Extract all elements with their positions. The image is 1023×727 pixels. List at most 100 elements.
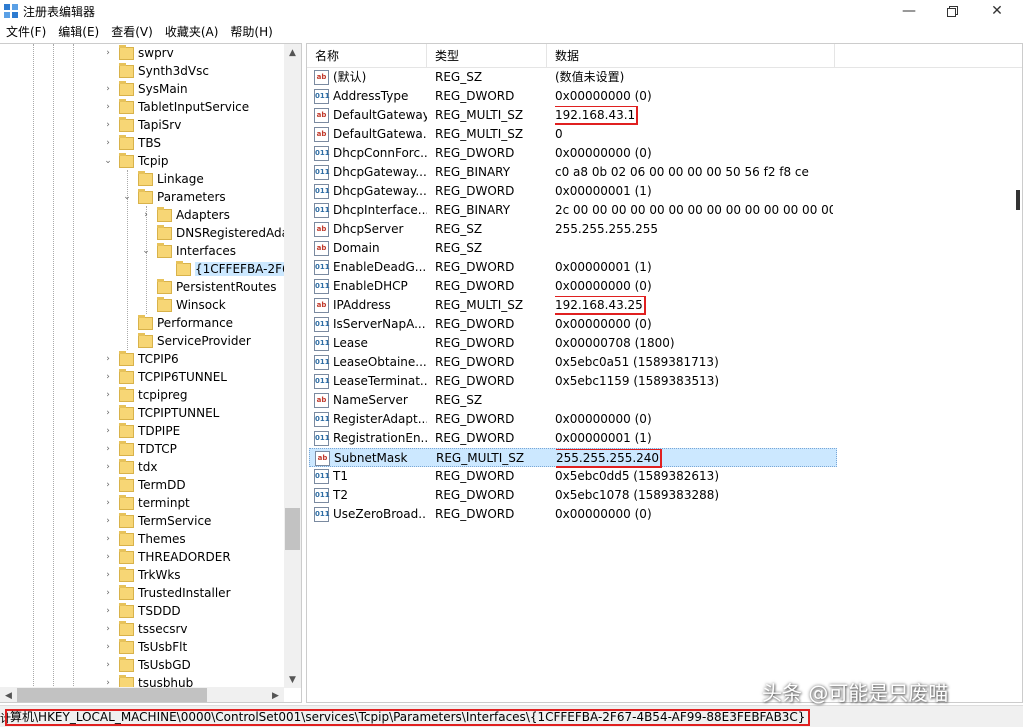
value-row[interactable]: 011 DhcpGateway... REG_DWORD 0x00000001 (1) (309, 182, 837, 201)
column-header-data[interactable]: 数据 (547, 44, 835, 68)
tree-item[interactable]: Performance (122, 314, 233, 332)
tree-item[interactable]: › TCPIP6 (103, 350, 179, 368)
column-header-name[interactable]: 名称 (307, 44, 427, 68)
tree-item[interactable]: › TrustedInstaller (103, 584, 231, 602)
maximize-icon[interactable] (933, 0, 971, 22)
tree-item[interactable]: DNSRegisteredAda (141, 224, 289, 242)
value-row[interactable]: 011 EnableDeadG... REG_DWORD 0x00000001 (1) (309, 258, 837, 277)
tree-item[interactable]: › tssecsrv (103, 620, 187, 638)
value-row[interactable]: 011 T1 REG_DWORD 0x5ebc0dd5 (1589382613) (309, 467, 837, 486)
expand-chevron-icon[interactable]: › (103, 566, 113, 584)
tree-item[interactable]: › TapiSrv (103, 116, 181, 134)
column-header-type[interactable]: 类型 (427, 44, 547, 68)
expand-chevron-icon[interactable]: › (103, 656, 113, 674)
value-row[interactable]: ab NameServer REG_SZ (309, 391, 837, 410)
value-row[interactable]: 011 LeaseObtaine... REG_DWORD 0x5ebc0a51 (1… (309, 353, 837, 372)
tree-item[interactable]: › TBS (103, 134, 161, 152)
scroll-right-icon[interactable]: ▶ (267, 687, 284, 702)
tree-item[interactable]: › TermDD (103, 476, 186, 494)
tree-item[interactable]: › Adapters (141, 206, 230, 224)
expand-chevron-icon[interactable]: › (103, 530, 113, 548)
close-icon[interactable]: ✕ (978, 0, 1016, 22)
collapse-chevron-icon[interactable]: ⌄ (103, 152, 113, 170)
expand-chevron-icon[interactable]: › (103, 512, 113, 530)
expand-chevron-icon[interactable]: › (103, 494, 113, 512)
tree-item[interactable]: Linkage (122, 170, 204, 188)
value-row[interactable]: ab (默认) REG_SZ (数值未设置) (309, 68, 837, 87)
expand-chevron-icon[interactable]: › (103, 404, 113, 422)
tree-item[interactable]: ⌄ Tcpip (103, 152, 168, 170)
tree-item[interactable]: › TsUsbFlt (103, 638, 187, 656)
tree-item[interactable]: › TDPIPE (103, 422, 180, 440)
scroll-thumb[interactable] (17, 688, 207, 702)
value-row[interactable]: 011 T2 REG_DWORD 0x5ebc1078 (1589383288) (309, 486, 837, 505)
key-tree[interactable]: › swprv Synth3dVsc › SysMain › TabletInputServ… (0, 43, 302, 703)
menu-help[interactable]: 帮助(H) (224, 22, 278, 42)
tree-item[interactable]: › TsUsbGD (103, 656, 191, 674)
expand-chevron-icon[interactable]: › (103, 620, 113, 638)
tree-item[interactable]: › tdx (103, 458, 157, 476)
tree-item[interactable]: › TDTCP (103, 440, 177, 458)
expand-chevron-icon[interactable]: › (103, 80, 113, 98)
expand-chevron-icon[interactable]: › (103, 440, 113, 458)
expand-chevron-icon[interactable]: › (103, 98, 113, 116)
expand-chevron-icon[interactable]: › (141, 206, 151, 224)
expand-chevron-icon[interactable]: › (103, 548, 113, 566)
tree-vertical-scrollbar[interactable]: ▲ ▼ (284, 44, 301, 688)
collapse-chevron-icon[interactable]: ⌄ (141, 242, 151, 260)
tree-item[interactable]: ⌄ Parameters (122, 188, 226, 206)
value-row[interactable]: 011 EnableDHCP REG_DWORD 0x00000000 (0) (309, 277, 837, 296)
value-row[interactable]: 011 LeaseTerminat... REG_DWORD 0x5ebc1159 (… (309, 372, 837, 391)
value-row[interactable]: 011 DhcpConnForc... REG_DWORD 0x00000000 (0… (309, 144, 837, 163)
value-row[interactable]: ab Domain REG_SZ (309, 239, 837, 258)
tree-item[interactable]: › THREADORDER (103, 548, 231, 566)
expand-chevron-icon[interactable]: › (103, 476, 113, 494)
expand-chevron-icon[interactable]: › (103, 134, 113, 152)
tree-item[interactable]: › tcpipreg (103, 386, 188, 404)
scroll-thumb[interactable] (285, 508, 300, 550)
expand-chevron-icon[interactable]: › (103, 350, 113, 368)
expand-chevron-icon[interactable]: › (103, 368, 113, 386)
tree-item[interactable]: Winsock (141, 296, 226, 314)
tree-item[interactable]: ⌄ Interfaces (141, 242, 236, 260)
tree-item[interactable]: {1CFFEFBA-2F67 (160, 260, 298, 278)
expand-chevron-icon[interactable]: › (103, 458, 113, 476)
scroll-up-icon[interactable]: ▲ (284, 44, 301, 61)
expand-chevron-icon[interactable]: › (103, 602, 113, 620)
tree-item[interactable]: › terminpt (103, 494, 190, 512)
value-row[interactable]: 011 DhcpInterface... REG_BINARY 2c 00 00 00… (309, 201, 837, 220)
value-row[interactable]: 011 AddressType REG_DWORD 0x00000000 (0) (309, 87, 837, 106)
value-row[interactable]: ab DhcpServer REG_SZ 255.255.255.255 (309, 220, 837, 239)
tree-item[interactable]: › Themes (103, 530, 186, 548)
expand-chevron-icon[interactable]: › (103, 44, 113, 62)
tree-item[interactable]: › TrkWks (103, 566, 181, 584)
menu-view[interactable]: 查看(V) (105, 22, 159, 42)
tree-item[interactable]: › swprv (103, 44, 174, 62)
value-row[interactable]: 011 RegisterAdapt... REG_DWORD 0x00000000 (… (309, 410, 837, 429)
value-row[interactable]: ab DefaultGatewa... REG_MULTI_SZ 0 (309, 125, 837, 144)
value-row[interactable]: 011 IsServerNapA... REG_DWORD 0x00000000 (0… (309, 315, 837, 334)
minimize-icon[interactable]: — (890, 0, 928, 22)
tree-item[interactable]: › TermService (103, 512, 211, 530)
expand-chevron-icon[interactable]: › (103, 386, 113, 404)
value-row[interactable]: 011 DhcpGateway... REG_BINARY c0 a8 0b 02 0… (309, 163, 837, 182)
tree-horizontal-scrollbar[interactable]: ◀ ▶ (0, 687, 284, 702)
scroll-down-icon[interactable]: ▼ (284, 671, 301, 688)
tree-item[interactable]: › TabletInputService (103, 98, 249, 116)
expand-chevron-icon[interactable]: › (103, 638, 113, 656)
expand-chevron-icon[interactable]: › (103, 422, 113, 440)
expand-chevron-icon[interactable]: › (103, 584, 113, 602)
menu-file[interactable]: 文件(F) (0, 22, 52, 42)
value-row[interactable]: ab IPAddress REG_MULTI_SZ 192.168.43.25 (309, 296, 837, 315)
value-row[interactable]: 011 Lease REG_DWORD 0x00000708 (1800) (309, 334, 837, 353)
tree-item[interactable]: › TSDDD (103, 602, 181, 620)
value-row[interactable]: 011 RegistrationEn... REG_DWORD 0x00000001 … (309, 429, 837, 448)
expand-chevron-icon[interactable]: › (103, 116, 113, 134)
menu-favorites[interactable]: 收藏夹(A) (159, 22, 225, 42)
tree-item[interactable]: PersistentRoutes (141, 278, 276, 296)
collapse-chevron-icon[interactable]: ⌄ (122, 188, 132, 206)
tree-item[interactable]: Synth3dVsc (103, 62, 209, 80)
tree-item[interactable]: › TCPIPTUNNEL (103, 404, 219, 422)
tree-item[interactable]: › SysMain (103, 80, 188, 98)
value-row[interactable]: ab DefaultGateway REG_MULTI_SZ 192.168.43.1 (309, 106, 837, 125)
